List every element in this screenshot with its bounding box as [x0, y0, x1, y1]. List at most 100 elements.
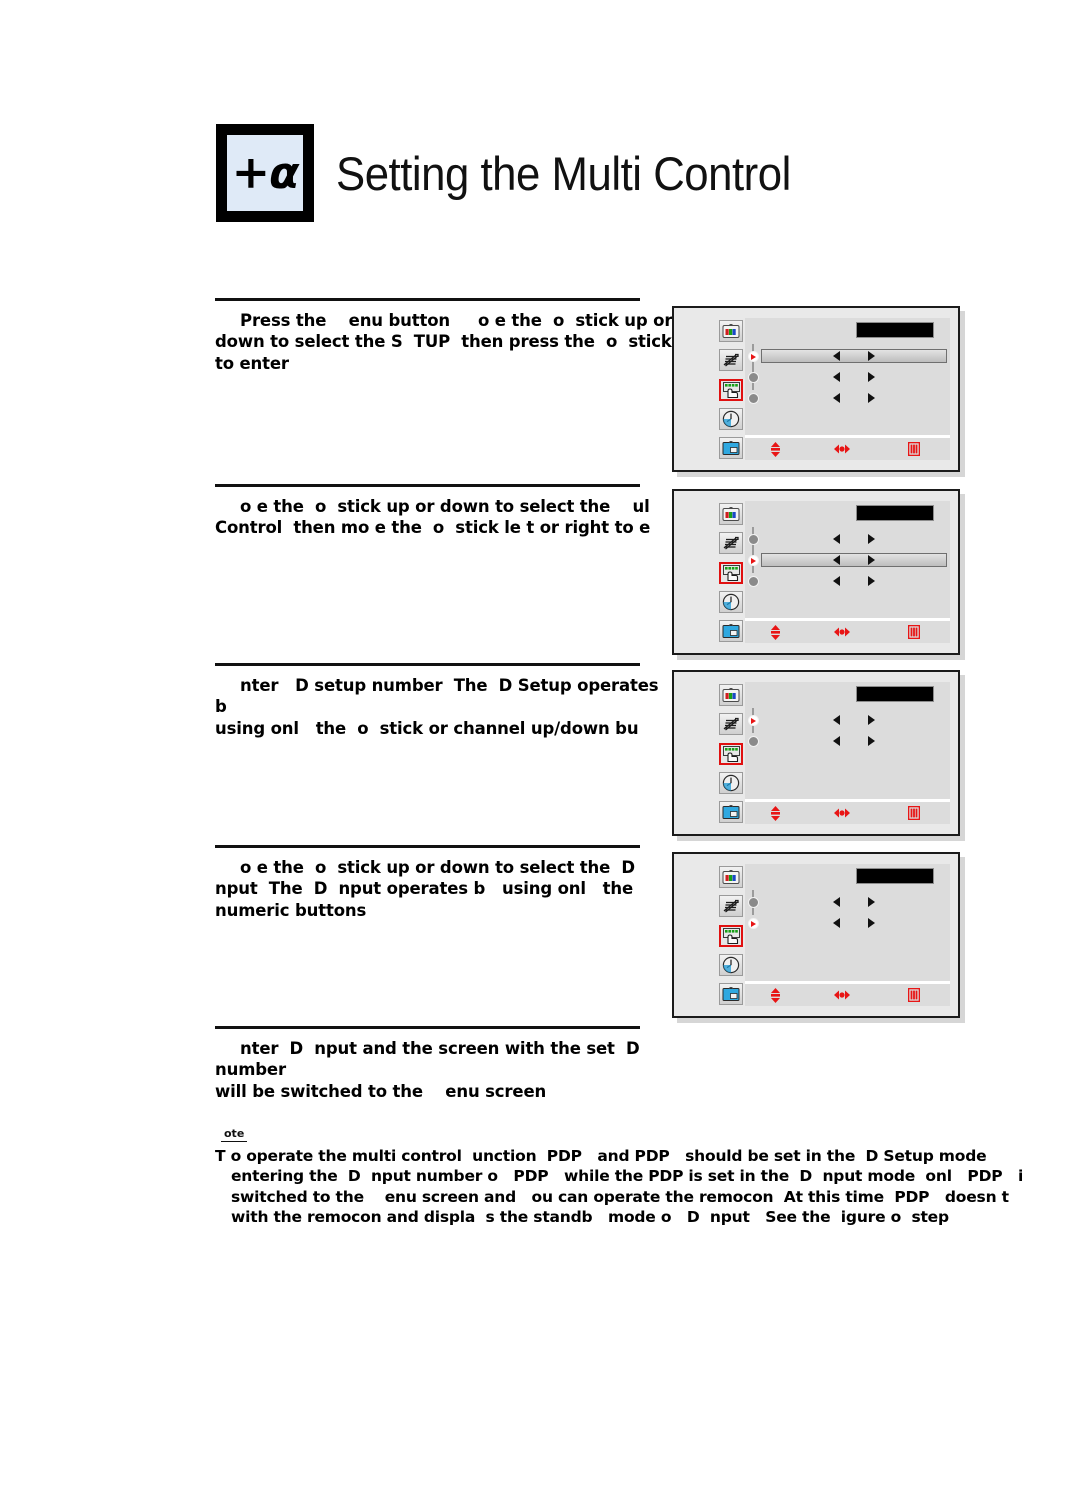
- osd-row-marker: [748, 393, 759, 404]
- plus-alpha-badge: +α: [216, 124, 314, 222]
- chevron-left-icon[interactable]: [833, 897, 840, 907]
- time-icon[interactable]: [719, 407, 743, 430]
- pip-icon[interactable]: [719, 801, 743, 823]
- osd-menu: [719, 318, 950, 460]
- step-divider: [215, 845, 640, 848]
- chevron-left-icon[interactable]: [833, 393, 840, 403]
- osd-row-selected-marker: [748, 351, 759, 362]
- left-arrow-slot: [762, 555, 854, 565]
- chevron-left-icon[interactable]: [833, 534, 840, 544]
- osd-menu-row[interactable]: [745, 527, 950, 552]
- chevron-right-icon[interactable]: [868, 372, 875, 382]
- note-block: ote T o operate the multi control unctio…: [215, 1124, 1075, 1228]
- chevron-right-icon[interactable]: [868, 736, 875, 746]
- setup-icon[interactable]: [719, 561, 743, 584]
- osd-row-track: [761, 895, 947, 909]
- picture-icon[interactable]: [719, 503, 743, 525]
- osd-row-list: [745, 708, 950, 798]
- osd-menu-row[interactable]: [745, 890, 950, 915]
- pip-icon[interactable]: [719, 620, 743, 642]
- osd-menu-row[interactable]: [745, 708, 950, 733]
- step-line-1: nter D nput and the screen with the set …: [215, 1039, 646, 1080]
- exit-hint: [878, 625, 950, 639]
- chevron-right-icon[interactable]: [868, 918, 875, 928]
- right-arrow-slot: [854, 576, 947, 586]
- osd-menu-row[interactable]: [745, 573, 950, 590]
- chevron-right-icon[interactable]: [868, 555, 875, 565]
- chevron-right-icon[interactable]: [868, 534, 875, 544]
- move-updown-hint: [745, 987, 806, 1003]
- picture-icon[interactable]: [719, 684, 743, 706]
- sound-icon[interactable]: [719, 713, 743, 736]
- osd-menu-row[interactable]: [745, 548, 950, 573]
- time-icon[interactable]: [719, 953, 743, 976]
- chevron-right-icon[interactable]: [868, 351, 875, 361]
- note-text: T o operate the multi control unction PD…: [215, 1146, 1080, 1228]
- chevron-left-icon[interactable]: [833, 555, 840, 565]
- osd-menu-row[interactable]: [745, 733, 950, 750]
- osd-footer: [745, 981, 950, 1006]
- right-arrow-slot: [854, 736, 947, 746]
- osd-row-track: [761, 391, 947, 405]
- move-updown-hint: [745, 441, 806, 457]
- left-arrow-slot: [761, 576, 854, 586]
- left-arrow-slot: [761, 393, 854, 403]
- osd-menu-row[interactable]: [745, 390, 950, 407]
- step-text: nter D setup number The D Setup operates…: [215, 675, 675, 739]
- chevron-right-icon[interactable]: [868, 393, 875, 403]
- exit-hint: [878, 988, 950, 1002]
- osd-icon-column: [719, 682, 743, 824]
- step-block-3: nter D setup number The D Setup operates…: [215, 663, 685, 739]
- chevron-left-icon[interactable]: [833, 351, 840, 361]
- sound-icon[interactable]: [719, 895, 743, 918]
- chevron-left-icon[interactable]: [833, 736, 840, 746]
- left-arrow-slot: [761, 897, 854, 907]
- left-arrow-slot: [761, 918, 854, 928]
- osd-icon-column: [719, 501, 743, 643]
- left-arrow-slot: [762, 351, 854, 361]
- chevron-left-icon[interactable]: [833, 576, 840, 586]
- exit-hint: [878, 806, 950, 820]
- picture-icon[interactable]: [719, 866, 743, 888]
- chevron-right-icon[interactable]: [868, 897, 875, 907]
- picture-icon[interactable]: [719, 320, 743, 342]
- chevron-right-icon[interactable]: [868, 576, 875, 586]
- setup-icon[interactable]: [719, 924, 743, 947]
- osd-screenshot-panel-4: [672, 852, 960, 1018]
- sound-icon[interactable]: [719, 532, 743, 555]
- pip-icon[interactable]: [719, 983, 743, 1005]
- step-line-3: to enter: [215, 353, 289, 373]
- step-line-1: o e the o stick up or down to select the…: [240, 858, 635, 877]
- osd-row-marker: [748, 897, 759, 908]
- plus-sign: +: [231, 144, 271, 199]
- time-icon[interactable]: [719, 771, 743, 794]
- osd-screenshot-panel-3: [672, 670, 960, 836]
- osd-content: [745, 501, 950, 643]
- osd-row-track: [761, 370, 947, 384]
- time-icon[interactable]: [719, 590, 743, 613]
- chevron-left-icon[interactable]: [833, 715, 840, 725]
- osd-menu-row[interactable]: [745, 344, 950, 369]
- osd-row-list: [745, 344, 950, 434]
- osd-menu-row[interactable]: [745, 365, 950, 390]
- step-divider: [215, 1026, 640, 1029]
- chevron-left-icon[interactable]: [833, 918, 840, 928]
- setup-icon[interactable]: [719, 742, 743, 765]
- left-arrow-slot: [761, 534, 854, 544]
- adjust-leftright-hint: [806, 989, 878, 1001]
- setup-icon[interactable]: [719, 378, 743, 401]
- osd-row-selected-marker: [748, 715, 759, 726]
- chevron-left-icon[interactable]: [833, 372, 840, 382]
- alpha-sign: α: [269, 147, 299, 199]
- chevron-right-icon[interactable]: [868, 715, 875, 725]
- pip-icon[interactable]: [719, 437, 743, 459]
- step-line-2: Control then mo e the o stick le t or ri…: [215, 518, 651, 538]
- sound-icon[interactable]: [719, 349, 743, 372]
- plus-alpha-glyph: +α: [232, 147, 300, 199]
- step-divider: [215, 298, 640, 301]
- step-block-4: o e the o stick up or down to select the…: [215, 845, 685, 921]
- left-arrow-slot: [761, 736, 854, 746]
- osd-menu-row[interactable]: [745, 915, 950, 932]
- move-updown-hint: [745, 624, 806, 640]
- osd-footer: [745, 799, 950, 824]
